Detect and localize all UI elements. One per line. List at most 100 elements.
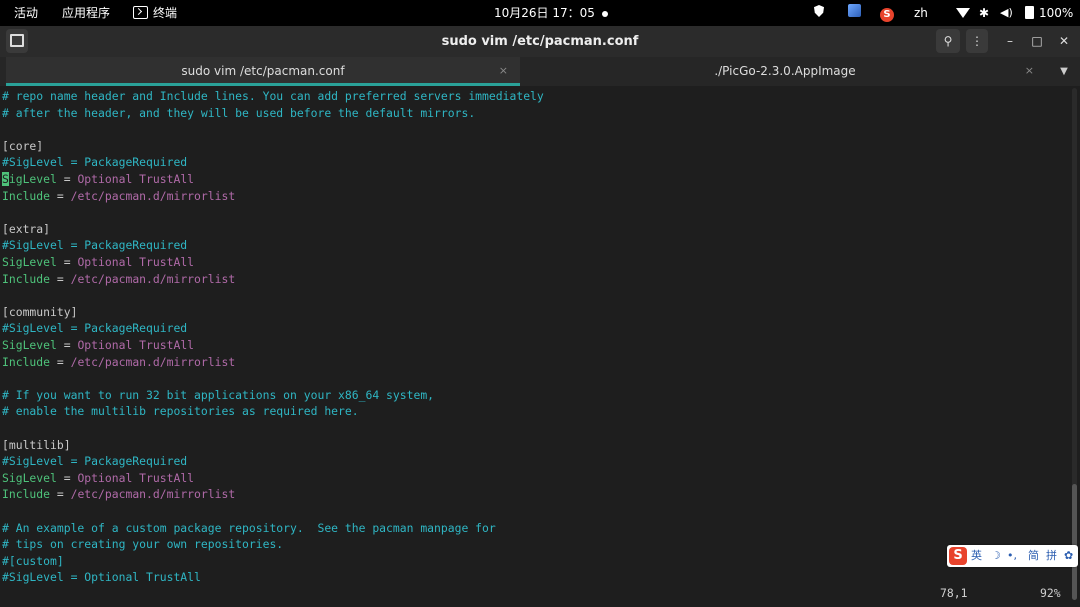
tab-close-icon[interactable]: × bbox=[1025, 57, 1034, 85]
search-button[interactable]: ⚲ bbox=[936, 29, 960, 53]
config-equals: = bbox=[50, 354, 71, 369]
applications-menu[interactable]: 应用程序 bbox=[62, 0, 110, 26]
terminal-viewport[interactable]: # repo name header and Include lines. Yo… bbox=[0, 86, 1080, 607]
tab-label: sudo vim /etc/pacman.conf bbox=[181, 64, 345, 78]
vim-line: [core] bbox=[2, 138, 43, 154]
config-key: SigLevel bbox=[2, 338, 57, 352]
ime-settings-icon[interactable]: ✿ bbox=[1064, 545, 1073, 567]
sogou-icon[interactable]: S bbox=[880, 0, 894, 26]
ime-language-toggle[interactable]: 英 bbox=[971, 545, 982, 567]
vim-scroll-percent: 92% bbox=[1040, 586, 1061, 600]
vim-line: #SigLevel = PackageRequired bbox=[2, 453, 187, 469]
config-section-header: [multilib] bbox=[2, 437, 71, 452]
window-title: sudo vim /etc/pacman.conf bbox=[441, 34, 639, 49]
bluetooth-icon[interactable]: ✱ bbox=[979, 0, 989, 26]
vim-line: SigLevel = Optional TrustAll bbox=[2, 171, 194, 187]
input-language-indicator[interactable]: zh bbox=[914, 0, 928, 26]
config-comment: #SigLevel = PackageRequired bbox=[2, 454, 188, 469]
vim-line: # tips on creating your own repositories… bbox=[2, 536, 283, 552]
config-equals: = bbox=[50, 487, 71, 502]
scrollbar[interactable] bbox=[1072, 88, 1077, 600]
config-comment: # repo name header and Include lines. Yo… bbox=[2, 89, 544, 103]
config-comment: # An example of a custom package reposit… bbox=[2, 520, 496, 535]
vim-line: # repo name header and Include lines. Yo… bbox=[2, 88, 544, 104]
config-comment: #SigLevel = PackageRequired bbox=[2, 238, 188, 253]
config-key: Include bbox=[2, 354, 51, 369]
terminal-icon bbox=[133, 6, 148, 19]
vim-line: #SigLevel = PackageRequired bbox=[2, 320, 187, 336]
battery-percentage[interactable]: 100% bbox=[1039, 0, 1073, 26]
config-comment: # tips on creating your own repositories… bbox=[2, 537, 284, 552]
config-comment: # enable the multilib repositories as re… bbox=[2, 404, 359, 419]
vim-line: Include = /etc/pacman.d/mirrorlist bbox=[2, 486, 235, 502]
vim-cursor: S bbox=[2, 172, 9, 186]
tab-overflow-chevron-down-icon[interactable]: ▼ bbox=[1054, 57, 1074, 86]
config-key: SigLevel bbox=[2, 255, 57, 269]
ime-simplified-toggle[interactable]: 简 bbox=[1028, 545, 1039, 567]
vim-line: # enable the multilib repositories as re… bbox=[2, 403, 359, 419]
config-value: Optional TrustAll bbox=[77, 470, 195, 485]
vim-line: Include = /etc/pacman.d/mirrorlist bbox=[2, 354, 235, 370]
config-section-header: [community] bbox=[2, 304, 78, 319]
config-comment: # after the header, and they will be use… bbox=[2, 105, 476, 120]
config-value: /etc/pacman.d/mirrorlist bbox=[70, 487, 236, 502]
terminal-app-menu[interactable]: 终端 bbox=[133, 0, 177, 26]
maximize-button[interactable]: □ bbox=[1025, 26, 1049, 57]
config-equals: = bbox=[56, 172, 78, 186]
clock[interactable]: 10月26日 17：05 bbox=[494, 0, 595, 26]
tab-close-icon[interactable]: × bbox=[499, 57, 508, 85]
config-key: Include bbox=[2, 271, 51, 286]
notification-dot bbox=[602, 0, 608, 26]
vim-line: SigLevel = Optional TrustAll bbox=[2, 337, 194, 353]
vim-line: #[custom] bbox=[2, 553, 64, 569]
config-value: Optional TrustAll bbox=[77, 172, 195, 186]
tab-picgo[interactable]: ./PicGo-2.3.0.AppImage × bbox=[524, 57, 1046, 86]
ime-punctuation-toggle[interactable]: •, bbox=[1007, 545, 1017, 567]
close-window-button[interactable]: ✕ bbox=[1052, 26, 1076, 57]
image-app-icon[interactable] bbox=[848, 0, 861, 26]
config-section-header: [core] bbox=[2, 138, 44, 153]
tab-label: ./PicGo-2.3.0.AppImage bbox=[714, 64, 856, 78]
vim-line: #SigLevel = Optional TrustAll bbox=[2, 569, 201, 585]
ime-pinyin-toggle[interactable]: 拼 bbox=[1046, 545, 1057, 567]
config-equals: = bbox=[56, 338, 78, 352]
config-value: /etc/pacman.d/mirrorlist bbox=[70, 188, 236, 203]
vim-line: # after the header, and they will be use… bbox=[2, 105, 475, 121]
vim-line: SigLevel = Optional TrustAll bbox=[2, 470, 194, 486]
vim-line: [extra] bbox=[2, 221, 50, 237]
search-icon: ⚲ bbox=[943, 34, 953, 48]
vim-line: Include = /etc/pacman.d/mirrorlist bbox=[2, 271, 235, 287]
sogou-logo-icon[interactable]: S bbox=[949, 547, 967, 565]
ime-toolbar[interactable]: S 英 ☽ •, 简 拼 ✿ bbox=[947, 545, 1078, 567]
shield-icon[interactable] bbox=[814, 0, 824, 26]
activities-button[interactable]: 活动 bbox=[14, 0, 38, 26]
config-comment: #SigLevel = PackageRequired bbox=[2, 321, 188, 336]
wifi-icon[interactable] bbox=[956, 0, 970, 26]
tab-vim-pacman[interactable]: sudo vim /etc/pacman.conf × bbox=[6, 57, 520, 86]
vim-line: #SigLevel = PackageRequired bbox=[2, 154, 187, 170]
minimize-button[interactable]: – bbox=[998, 26, 1022, 57]
vim-line: [multilib] bbox=[2, 437, 71, 453]
battery-icon[interactable] bbox=[1025, 0, 1034, 26]
volume-icon[interactable]: ◀) bbox=[1000, 0, 1013, 26]
config-key: SigLevel bbox=[2, 470, 57, 485]
vim-ruler-position: 78,1 bbox=[940, 586, 968, 600]
ime-fullwidth-moon-icon[interactable]: ☽ bbox=[991, 545, 1001, 567]
vim-line: # If you want to run 32 bit applications… bbox=[2, 387, 434, 403]
config-comment: #[custom] bbox=[2, 553, 64, 568]
config-section-header: [extra] bbox=[2, 221, 51, 236]
vim-line: #SigLevel = PackageRequired bbox=[2, 237, 187, 253]
tab-bar: sudo vim /etc/pacman.conf × ./PicGo-2.3.… bbox=[0, 57, 1080, 86]
terminal-app-label: 终端 bbox=[153, 6, 178, 20]
scrollbar-thumb[interactable] bbox=[1072, 484, 1077, 600]
vim-line: [community] bbox=[2, 304, 77, 320]
config-value: Optional TrustAll bbox=[77, 338, 195, 352]
config-comment: #SigLevel = PackageRequired bbox=[2, 155, 188, 170]
config-key: SigLevel bbox=[2, 172, 57, 186]
system-top-bar: 活动 应用程序 终端 10月26日 17：05 S zh ✱ ◀) 100% bbox=[0, 0, 1080, 26]
config-equals: = bbox=[56, 470, 78, 485]
config-comment: # If you want to run 32 bit applications… bbox=[2, 387, 435, 402]
menu-button[interactable]: ⋮ bbox=[966, 29, 988, 53]
config-equals: = bbox=[50, 271, 71, 286]
config-key: Include bbox=[2, 487, 51, 502]
